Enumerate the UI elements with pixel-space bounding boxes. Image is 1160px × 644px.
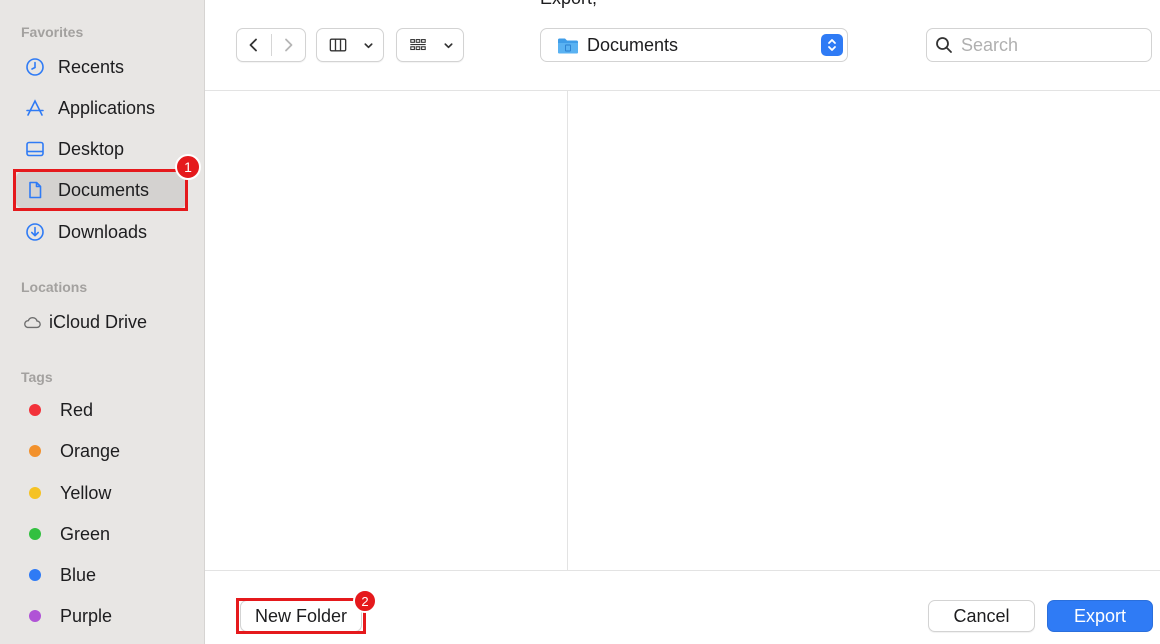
nav-button-group <box>236 28 306 62</box>
sidebar-item-label: Yellow <box>60 482 112 503</box>
sidebar-item-label: Recents <box>58 56 125 77</box>
sidebar: Favorites Recents Applications Desktop D… <box>0 0 205 644</box>
browser-column-1[interactable] <box>205 91 567 570</box>
applications-icon <box>24 97 46 119</box>
sidebar-tag-yellow[interactable]: Yellow <box>16 475 186 511</box>
grid-group-icon <box>397 29 439 61</box>
sidebar-tag-purple[interactable]: Purple <box>16 598 186 634</box>
locations-section-title: Locations <box>21 279 88 295</box>
tag-dot-icon <box>29 445 41 457</box>
sidebar-tag-blue[interactable]: Blue <box>16 557 186 593</box>
chevron-down-icon <box>359 29 377 61</box>
footer-divider <box>205 570 1160 571</box>
tag-dot-icon <box>29 487 41 499</box>
sidebar-item-label: Green <box>60 523 111 544</box>
sidebar-item-label: Blue <box>60 564 97 585</box>
download-icon <box>24 221 46 243</box>
sidebar-tag-orange[interactable]: Orange <box>16 433 186 469</box>
sidebar-item-label: Orange <box>60 440 121 461</box>
cloud-icon <box>21 311 43 333</box>
sidebar-tag-green[interactable]: Green <box>16 516 186 552</box>
location-label: Documents <box>587 34 679 55</box>
updown-chevron-icon <box>821 34 843 56</box>
favorites-section-title: Favorites <box>21 24 84 40</box>
tag-dot-icon <box>29 610 41 622</box>
browser-column-2[interactable] <box>568 91 1160 570</box>
sidebar-item-downloads[interactable]: Downloads <box>16 214 186 250</box>
chevron-left-icon <box>249 38 257 52</box>
search-icon <box>936 37 952 53</box>
view-mode-button[interactable] <box>316 28 384 62</box>
annotation-badge-1: 1 <box>175 154 201 180</box>
sidebar-item-label: Purple <box>60 605 113 626</box>
sidebar-item-label: Downloads <box>58 221 148 242</box>
tags-section-title: Tags <box>21 369 53 385</box>
tag-dot-icon <box>29 528 41 540</box>
sidebar-item-recents[interactable]: Recents <box>16 49 186 85</box>
annotation-highlight-documents <box>13 169 188 211</box>
chevron-right-icon <box>285 38 293 52</box>
window-title: Export, <box>540 0 597 9</box>
back-button[interactable] <box>237 29 271 61</box>
export-button[interactable]: Export <box>1047 600 1153 632</box>
folder-icon <box>558 38 578 53</box>
location-popup[interactable]: Documents <box>540 28 848 62</box>
tag-dot-icon <box>29 404 41 416</box>
chevron-down-icon <box>439 29 457 61</box>
clock-icon <box>24 56 46 78</box>
columns-view-icon <box>317 29 359 61</box>
annotation-badge-2: 2 <box>353 589 377 613</box>
tag-dot-icon <box>29 569 41 581</box>
sidebar-tag-red[interactable]: Red <box>16 392 186 428</box>
sidebar-item-label: Red <box>60 399 94 420</box>
search-field[interactable] <box>926 28 1152 62</box>
group-button[interactable] <box>396 28 464 62</box>
desktop-icon <box>24 138 46 160</box>
sidebar-item-desktop[interactable]: Desktop <box>16 131 186 167</box>
sidebar-item-label: Desktop <box>58 138 125 159</box>
sidebar-item-applications[interactable]: Applications <box>16 90 186 126</box>
sidebar-item-icloud-drive[interactable]: iCloud Drive <box>16 304 186 340</box>
cancel-button[interactable]: Cancel <box>928 600 1035 632</box>
sidebar-item-label: iCloud Drive <box>49 311 148 332</box>
annotation-highlight-new-folder <box>236 598 366 634</box>
search-input[interactable] <box>961 34 1141 56</box>
sidebar-item-label: Applications <box>58 97 156 118</box>
forward-button[interactable] <box>271 29 305 61</box>
